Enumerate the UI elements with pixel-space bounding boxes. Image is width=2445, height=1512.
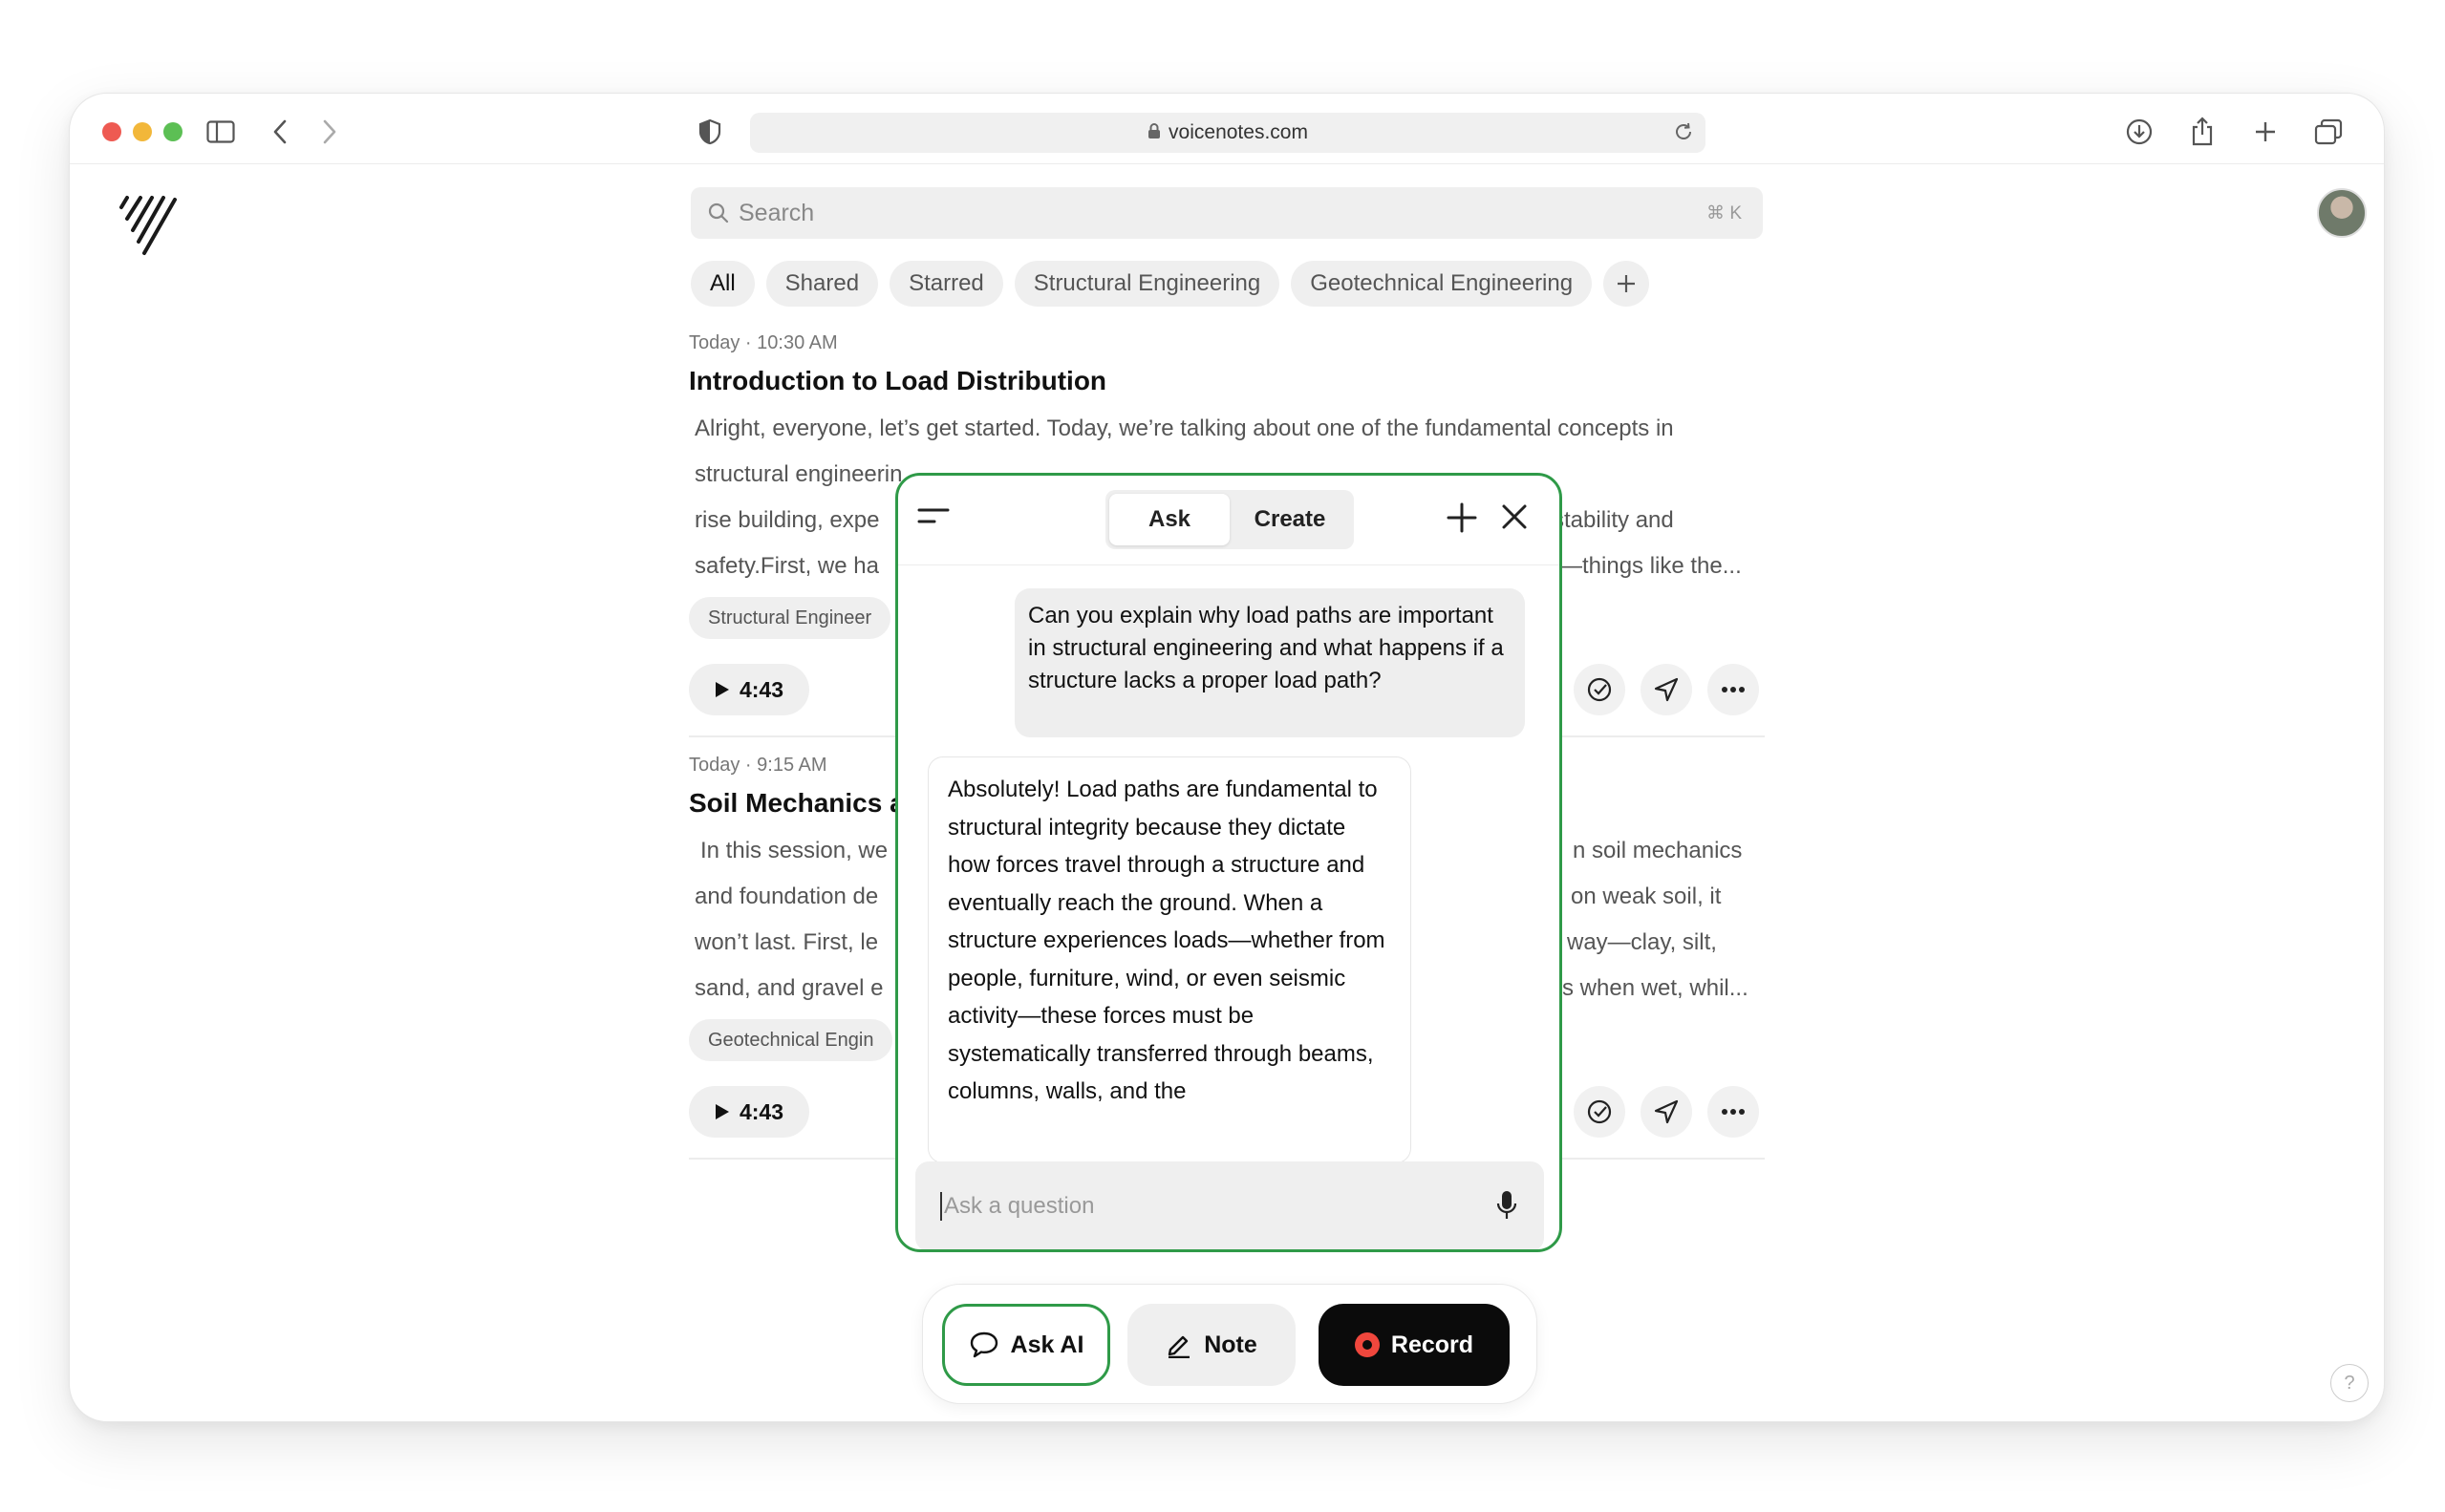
record-button[interactable]: Record (1319, 1304, 1510, 1386)
filter-chip-geotechnical-engineering[interactable]: Geotechnical Engineering (1291, 261, 1593, 307)
send-button[interactable] (1641, 1086, 1692, 1138)
send-icon (1654, 1099, 1679, 1124)
note-tag[interactable]: Geotechnical Engin (689, 1019, 893, 1061)
plus-icon (1618, 275, 1636, 292)
reload-icon[interactable] (1673, 121, 1694, 148)
ellipsis-icon (1722, 687, 1745, 692)
ellipsis-icon (1722, 1109, 1745, 1115)
note-label: Note (1204, 1331, 1257, 1358)
ask-panel-header: Ask Create (898, 476, 1559, 565)
ask-create-toggle: Ask Create (1105, 490, 1354, 549)
tab-create[interactable]: Create (1230, 494, 1350, 545)
mark-done-button[interactable] (1574, 664, 1625, 715)
note-transcript-line: Alright, everyone, let’s get started. To… (695, 415, 1674, 441)
search-input[interactable]: Search ⌘ K (691, 187, 1763, 239)
ask-ai-label: Ask AI (1010, 1331, 1084, 1358)
downloads-icon[interactable] (2120, 113, 2158, 151)
microphone-icon[interactable] (1496, 1190, 1517, 1227)
pencil-icon (1169, 1335, 1190, 1358)
lock-icon (1147, 122, 1161, 144)
filter-chip-structural-engineering[interactable]: Structural Engineering (1014, 261, 1280, 307)
note-transcript-line: safety.First, we ha (695, 553, 879, 579)
ask-question-input[interactable]: Ask a question (915, 1161, 1544, 1249)
close-window-button[interactable] (102, 122, 121, 141)
user-message-bubble: Can you explain why load paths are impor… (1015, 588, 1525, 737)
note-transcript-line: structural engineerin (695, 461, 903, 487)
ask-ai-button[interactable]: Ask AI (942, 1304, 1110, 1386)
note-transcript-line-right: s when wet, whil... (1562, 975, 1748, 1001)
note-duration: 4:43 (739, 676, 784, 702)
note-timestamp: Today · 10:30 AM (689, 332, 838, 353)
filter-chip-shared[interactable]: Shared (765, 261, 879, 307)
check-circle-icon (1587, 677, 1612, 702)
ai-response-bubble: Absolutely! Load paths are fundamental t… (928, 756, 1411, 1163)
address-bar[interactable]: voicenotes.com (750, 113, 1705, 153)
mark-done-button[interactable] (1574, 1086, 1625, 1138)
record-label: Record (1390, 1331, 1474, 1358)
note-transcript-line-right: stability and (1553, 507, 1674, 533)
ask-input-placeholder: Ask a question (944, 1193, 1095, 1219)
note-transcript-line-right: on weak soil, it (1571, 884, 1722, 909)
note-transcript-line: In this session, we (700, 838, 889, 863)
voicenotes-logo-icon[interactable] (118, 194, 179, 262)
note-transcript-line-right: way—clay, silt, (1567, 929, 1717, 955)
send-button[interactable] (1641, 664, 1692, 715)
play-icon (715, 682, 729, 697)
note-title[interactable]: Introduction to Load Distribution (689, 366, 1765, 396)
add-filter-button[interactable] (1603, 261, 1650, 307)
note-transcript-line: sand, and gravel e (695, 975, 884, 1001)
share-icon[interactable] (2183, 113, 2221, 151)
chat-bubble-icon (970, 1331, 997, 1358)
zoom-window-button[interactable] (163, 122, 182, 141)
check-circle-icon (1587, 1099, 1612, 1124)
note-transcript-line: rise building, expe (695, 507, 880, 533)
note-transcript-line: and foundation de (695, 884, 879, 909)
bottom-action-bar: Ask AI Note Record (922, 1284, 1537, 1404)
play-button[interactable]: 4:43 (689, 1086, 809, 1138)
search-icon (708, 202, 729, 224)
more-options-button[interactable] (1707, 1086, 1759, 1138)
filter-chip-starred[interactable]: Starred (890, 261, 1003, 307)
forward-chevron-icon[interactable] (311, 113, 349, 151)
note-button[interactable]: Note (1127, 1304, 1296, 1386)
menu-icon[interactable] (917, 504, 950, 534)
minimize-window-button[interactable] (133, 122, 152, 141)
play-icon (715, 1104, 729, 1119)
send-icon (1654, 677, 1679, 702)
search-shortcut: ⌘ K (1706, 202, 1742, 224)
note-duration: 4:43 (739, 1098, 784, 1124)
new-tab-plus-icon[interactable] (2246, 113, 2284, 151)
tab-ask[interactable]: Ask (1109, 494, 1230, 545)
play-button[interactable]: 4:43 (689, 664, 809, 715)
note-transcript-line-right: —things like the... (1559, 553, 1742, 579)
note-actions (1574, 664, 1759, 715)
note-actions (1574, 1086, 1759, 1138)
ask-ai-panel: Ask Create Can you explain why load path… (895, 473, 1562, 1252)
text-caret (940, 1192, 942, 1221)
filter-chips: All Shared Starred Structural Engineerin… (691, 261, 1650, 307)
note-transcript-line: won’t last. First, le (695, 929, 879, 955)
search-placeholder: Search (739, 199, 815, 226)
url-text: voicenotes.com (1169, 121, 1308, 143)
more-options-button[interactable] (1707, 664, 1759, 715)
privacy-shield-icon[interactable] (691, 113, 729, 151)
tab-overview-icon[interactable] (2309, 113, 2348, 151)
browser-window: voicenotes.com Search ⌘ K All Shared Sta… (69, 93, 2385, 1422)
back-chevron-icon[interactable] (261, 113, 299, 151)
note-transcript-line-right: n soil mechanics (1573, 838, 1743, 863)
close-icon[interactable] (1501, 503, 1528, 535)
new-chat-plus-icon[interactable] (1446, 501, 1478, 539)
user-avatar[interactable] (2317, 188, 2367, 238)
sidebar-toggle-icon[interactable] (202, 113, 240, 151)
filter-chip-all[interactable]: All (691, 261, 755, 307)
note-tag[interactable]: Structural Engineer (689, 597, 891, 639)
browser-toolbar: voicenotes.com (70, 94, 2384, 164)
record-dot-icon (1354, 1332, 1380, 1357)
help-button[interactable]: ? (2330, 1364, 2369, 1402)
